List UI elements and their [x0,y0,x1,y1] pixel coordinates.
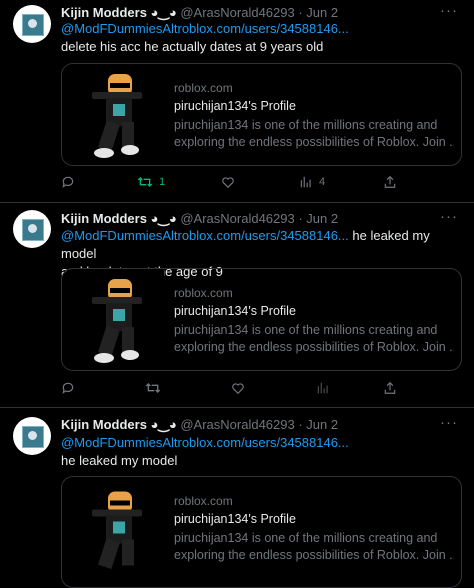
retweet-icon [137,177,153,187]
card-thumbnail [62,481,164,583]
retweet-count: 1 [159,176,166,188]
tweet[interactable]: Kijin Modders ◕‿◕ @ArasNorald46293 · Jun… [0,202,474,408]
retweet-button[interactable]: 1 [137,175,165,189]
reply-icon [62,382,74,395]
display-name[interactable]: Kijin Modders ◕‿◕ [61,5,177,20]
views-button[interactable]: 4 [299,175,325,189]
action-bar [61,381,401,401]
tweet-link[interactable]: @ModFDummiesAltroblox.com/users/34588146… [61,228,349,243]
reply-icon [62,176,74,189]
like-button[interactable] [221,175,235,189]
tweet-text: delete his acc he actually dates at 9 ye… [61,39,324,54]
avatar[interactable] [13,210,51,248]
avatar[interactable] [13,5,51,43]
avatar-ball [28,224,37,233]
reply-button[interactable] [61,175,75,189]
avatar[interactable] [13,417,51,455]
more-icon[interactable]: ··· [440,208,458,225]
card-title: piruchijan134's Profile [174,512,296,526]
more-icon[interactable]: ··· [440,2,458,19]
link-card[interactable]: roblox.com piruchijan134's Profile piruc… [61,476,462,588]
views-icon [300,176,311,188]
views-icon [317,382,328,394]
tweet-text: he leaked my model [61,453,178,468]
views-count: 4 [319,176,326,188]
card-desc-line2: exploring the endless possibilities of R… [174,135,454,149]
card-domain: roblox.com [174,494,233,508]
handle[interactable]: @ArasNorald46293 · Jun 2 [180,211,338,226]
card-thumbnail [62,269,164,370]
link-card[interactable]: roblox.com piruchijan134's Profile piruc… [61,63,462,166]
card-description: piruchijan134 is one of the millions cre… [174,117,454,151]
share-button[interactable] [383,381,397,395]
handle[interactable]: @ArasNorald46293 · Jun 2 [180,417,338,432]
card-desc-line1: piruchijan134 is one of the millions cre… [174,531,438,545]
card-desc-line2: exploring the endless possibilities of R… [174,340,454,354]
avatar-ball [28,19,37,28]
tweet[interactable]: Kijin Modders ◕‿◕ @ArasNorald46293 · Jun… [0,0,474,203]
views-button[interactable] [316,381,330,395]
reply-button[interactable] [61,381,75,395]
like-button[interactable] [231,381,245,395]
card-domain: roblox.com [174,81,233,95]
card-title: piruchijan134's Profile [174,99,296,113]
card-thumbnail [62,64,164,165]
card-description: piruchijan134 is one of the millions cre… [174,322,454,356]
tweet-link[interactable]: @ModFDummiesAltroblox.com/users/34588146… [61,20,466,38]
card-desc-line2: exploring the endless possibilities of R… [174,548,454,562]
share-icon [384,175,396,188]
display-name[interactable]: Kijin Modders ◕‿◕ [61,417,177,432]
tweet[interactable]: Kijin Modders ◕‿◕ @ArasNorald46293 · Jun… [0,407,474,588]
link-card[interactable]: roblox.com piruchijan134's Profile piruc… [61,268,462,371]
avatar-ball [28,431,37,440]
card-title: piruchijan134's Profile [174,304,296,318]
card-domain: roblox.com [174,286,233,300]
handle[interactable]: @ArasNorald46293 · Jun 2 [180,5,338,20]
share-button[interactable] [383,175,397,189]
card-desc-line1: piruchijan134 is one of the millions cre… [174,118,438,132]
display-name[interactable]: Kijin Modders ◕‿◕ [61,211,177,226]
like-icon [232,383,244,395]
retweet-button[interactable] [145,381,161,395]
retweet-icon [145,383,161,393]
tweet-link[interactable]: @ModFDummiesAltroblox.com/users/34588146… [61,434,466,452]
share-icon [384,381,396,394]
like-icon [222,177,234,189]
card-desc-line1: piruchijan134 is one of the millions cre… [174,323,438,337]
more-icon[interactable]: ··· [440,414,458,431]
card-description: piruchijan134 is one of the millions cre… [174,530,454,564]
action-bar: 1 4 [61,175,401,195]
